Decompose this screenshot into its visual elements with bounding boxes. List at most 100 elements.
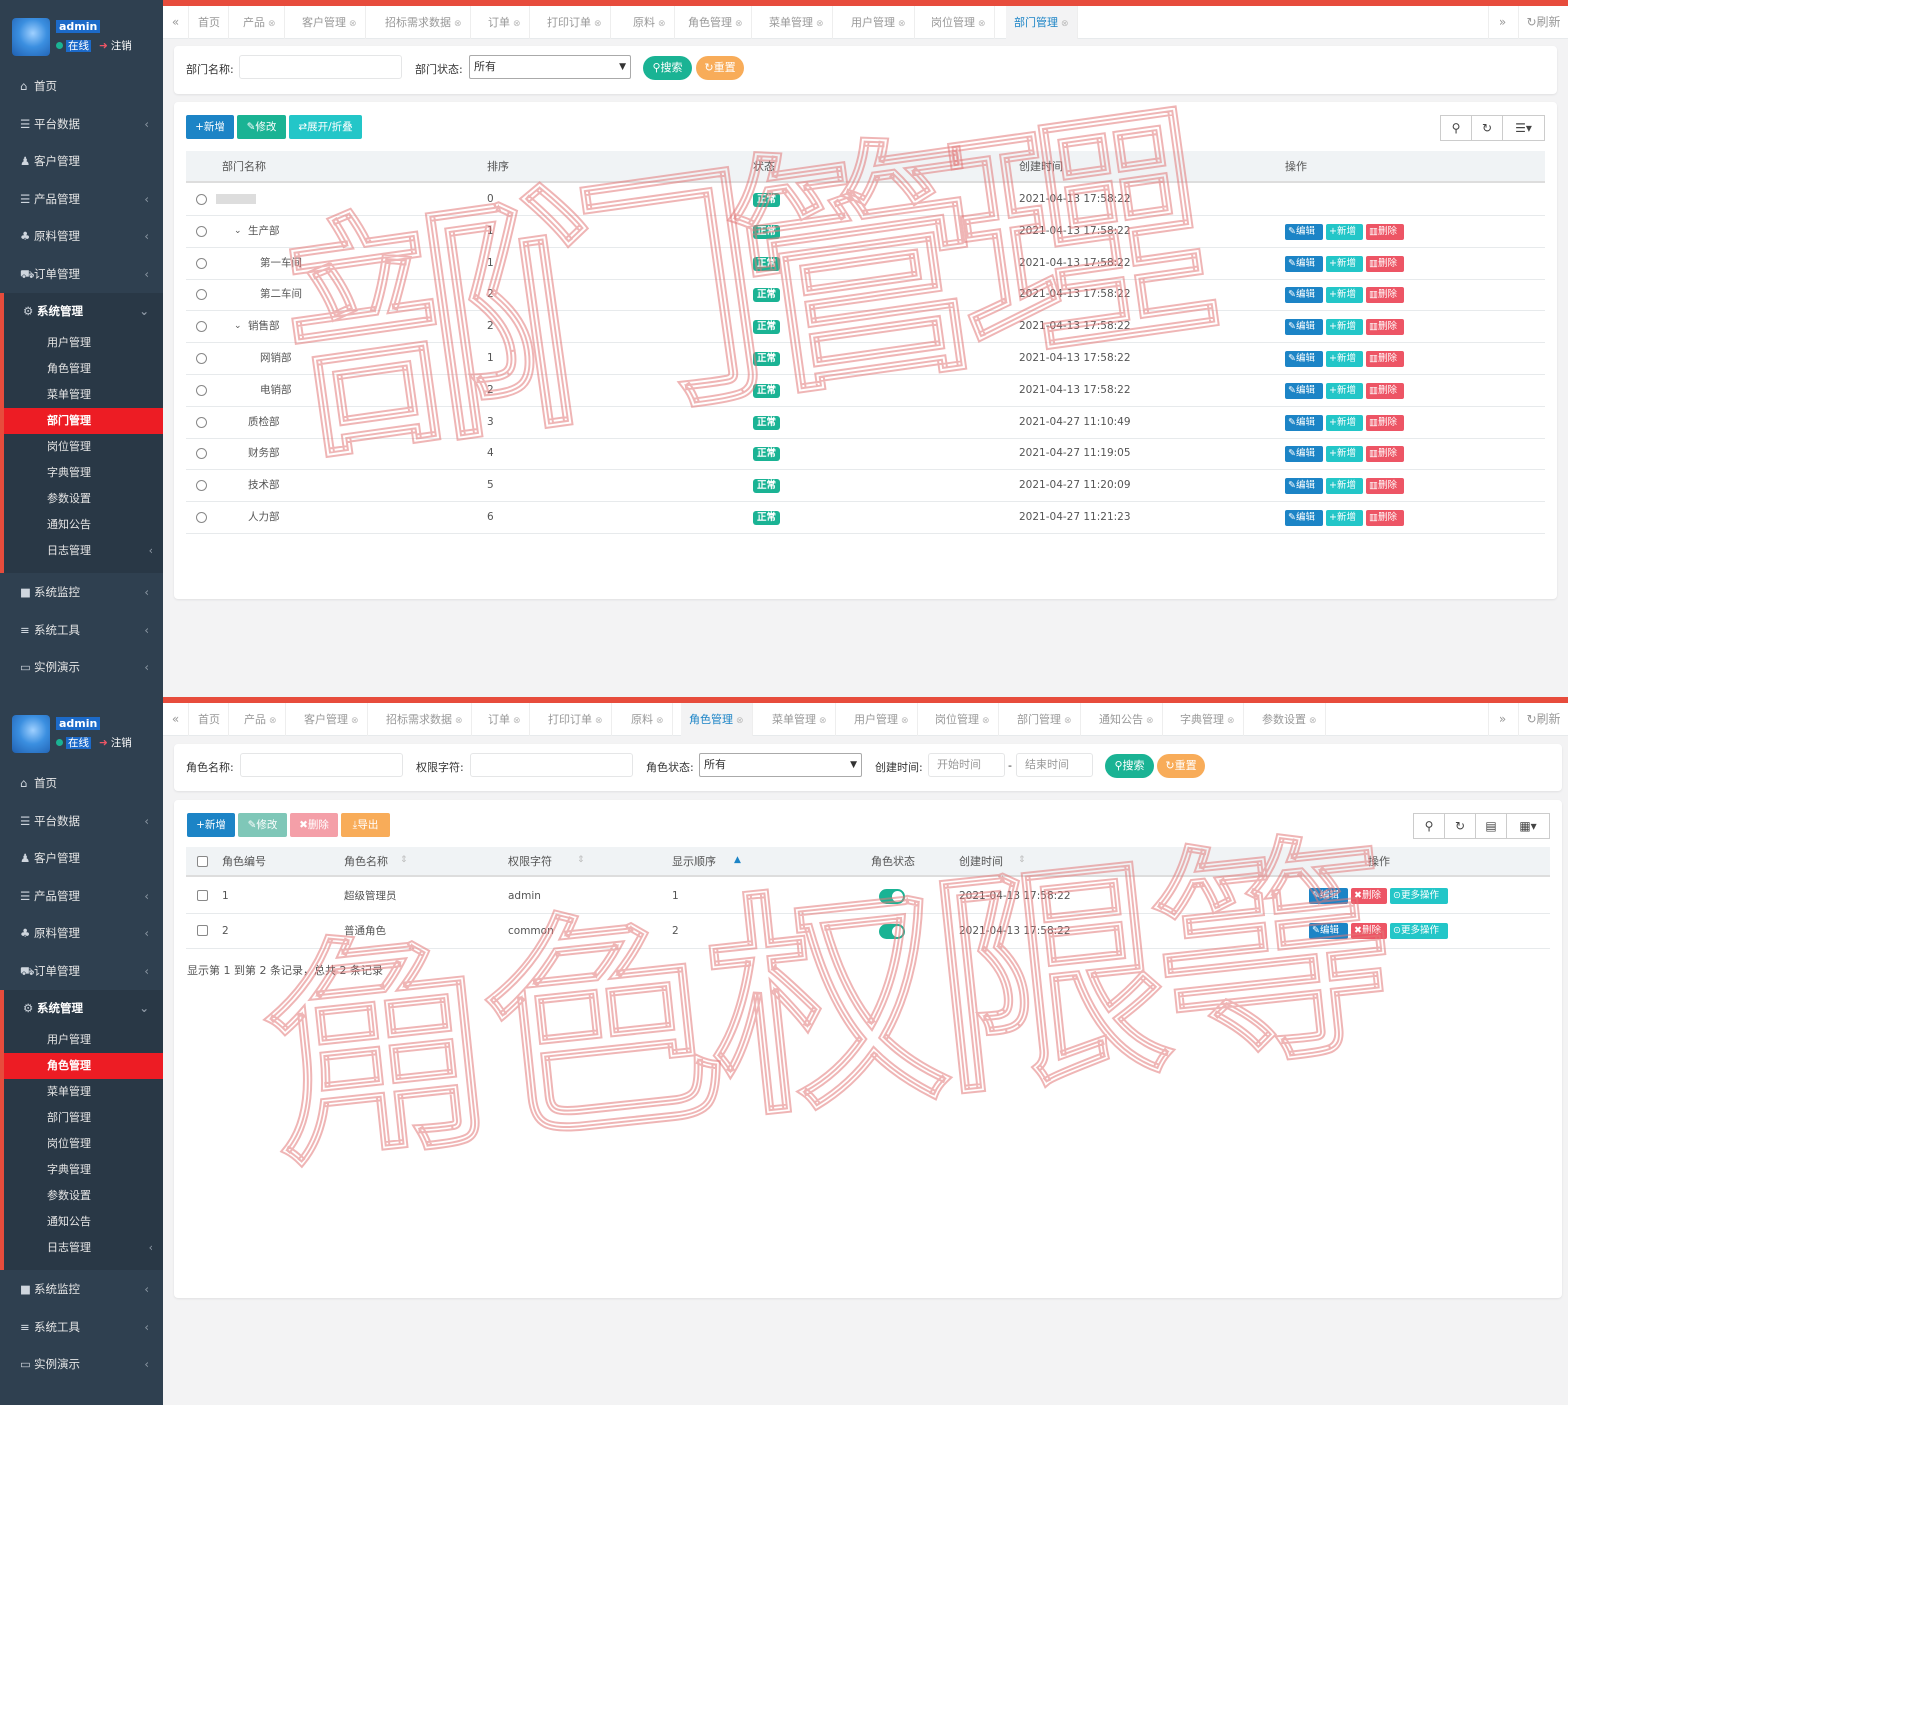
tab-2[interactable]: 客户管理 ⊗ bbox=[294, 6, 366, 39]
table-row[interactable]: 第二车间 2 正常 2021-04-13 17:58:22 ✎编辑 +新增 ▥删除 bbox=[186, 279, 1545, 312]
tab-11[interactable]: 部门管理 ⊗ bbox=[1006, 6, 1078, 39]
logout-link[interactable]: 注销 bbox=[111, 40, 132, 52]
role-name-input[interactable] bbox=[240, 753, 403, 777]
logout-icon[interactable]: ➜ bbox=[99, 40, 108, 52]
logout-link[interactable]: 注销 bbox=[111, 737, 132, 749]
tab-4[interactable]: 订单 ⊗ bbox=[480, 703, 530, 736]
close-icon[interactable]: ⊗ bbox=[269, 716, 277, 726]
close-icon[interactable]: ⊗ bbox=[982, 716, 990, 726]
submenu-item-3[interactable]: 部门管理 bbox=[4, 408, 163, 434]
close-icon[interactable]: ⊗ bbox=[594, 19, 602, 29]
menu-item-3[interactable]: ☰ 产品管理 ‹ bbox=[0, 878, 163, 915]
row-delete-button[interactable]: ✖删除 bbox=[1351, 888, 1387, 904]
logout-icon[interactable]: ➜ bbox=[99, 737, 108, 749]
menu-item-6[interactable]: ⚙ 系统管理 ⌄ bbox=[0, 990, 163, 1027]
tab-5[interactable]: 打印订单 ⊗ bbox=[539, 6, 611, 39]
reset-button[interactable]: ↻重置 bbox=[1157, 754, 1205, 778]
close-icon[interactable]: ⊗ bbox=[819, 716, 827, 726]
submenu-item-1[interactable]: 角色管理 bbox=[4, 356, 163, 382]
avatar[interactable] bbox=[12, 18, 50, 56]
row-add-button[interactable]: +新增 bbox=[1326, 382, 1363, 399]
tab-9[interactable]: 用户管理 ⊗ bbox=[843, 6, 915, 39]
row-edit-button[interactable]: ✎编辑 bbox=[1285, 446, 1323, 463]
row-delete-button[interactable]: ▥删除 bbox=[1366, 382, 1404, 399]
tab-3[interactable]: 招标需求数据 ⊗ bbox=[378, 703, 472, 736]
row-add-button[interactable]: +新增 bbox=[1326, 351, 1363, 367]
close-icon[interactable]: ⊗ bbox=[1064, 716, 1072, 726]
submenu-item-6[interactable]: 参数设置 bbox=[4, 1183, 163, 1209]
tab-13[interactable]: 字典管理 ⊗ bbox=[1172, 703, 1244, 736]
tab-scroll-right-icon[interactable]: » bbox=[1488, 703, 1516, 736]
menu-item-0[interactable]: ⌂ 首页 bbox=[0, 68, 163, 105]
row-more-button[interactable]: ⊙更多操作 bbox=[1390, 888, 1448, 904]
table-row[interactable]: 第一车间 1 正常 2021-04-13 17:58:22 ✎编辑 +新增 ▥删除 bbox=[186, 248, 1545, 280]
row-radio[interactable] bbox=[196, 512, 207, 523]
menu-item-0[interactable]: ⌂ 首页 bbox=[0, 765, 163, 802]
tab-5[interactable]: 打印订单 ⊗ bbox=[540, 703, 612, 736]
row-delete-button[interactable]: ▥删除 bbox=[1366, 414, 1404, 431]
dept-status-select[interactable]: 所有 ▼ bbox=[469, 55, 631, 79]
columns-menu-icon[interactable]: ▦▾ bbox=[1506, 813, 1550, 839]
close-icon[interactable]: ⊗ bbox=[735, 19, 743, 29]
refresh-table-icon[interactable]: ↻ bbox=[1471, 115, 1503, 141]
tab-3[interactable]: 招标需求数据 ⊗ bbox=[377, 6, 471, 39]
table-row[interactable]: 网销部 1 正常 2021-04-13 17:58:22 ✎编辑 +新增 ▥删除 bbox=[186, 343, 1545, 375]
row-delete-button[interactable]: ▥删除 bbox=[1366, 255, 1404, 272]
close-icon[interactable]: ⊗ bbox=[513, 19, 521, 29]
search-button[interactable]: ⚲搜索 bbox=[1105, 754, 1154, 778]
row-delete-button[interactable]: ▥删除 bbox=[1366, 351, 1404, 367]
edit-button[interactable]: ✎修改 bbox=[238, 813, 287, 837]
menu-item-3[interactable]: ☰ 产品管理 ‹ bbox=[0, 181, 163, 218]
row-add-button[interactable]: +新增 bbox=[1326, 287, 1363, 304]
refresh-button[interactable]: ↻刷新 bbox=[1518, 703, 1568, 736]
row-add-button[interactable]: +新增 bbox=[1326, 414, 1363, 431]
submenu-item-4[interactable]: 岗位管理 bbox=[4, 1131, 163, 1157]
row-add-button[interactable]: +新增 bbox=[1326, 255, 1363, 272]
search-toggle-icon[interactable]: ⚲ bbox=[1413, 813, 1445, 839]
tab-6[interactable]: 原料 ⊗ bbox=[625, 6, 675, 39]
close-icon[interactable]: ⊗ bbox=[1309, 716, 1317, 726]
row-add-button[interactable]: +新增 bbox=[1326, 446, 1363, 463]
tab-2[interactable]: 客户管理 ⊗ bbox=[296, 703, 368, 736]
submenu-item-5[interactable]: 字典管理 bbox=[4, 1157, 163, 1183]
row-edit-button[interactable]: ✎编辑 bbox=[1285, 478, 1323, 495]
search-toggle-icon[interactable]: ⚲ bbox=[1440, 115, 1472, 141]
submenu-item-8[interactable]: 日志管理 ‹ bbox=[4, 538, 163, 564]
row-edit-button[interactable]: ✎编辑 bbox=[1309, 888, 1348, 904]
tab-scroll-right-icon[interactable]: » bbox=[1488, 6, 1516, 39]
delete-button[interactable]: ✖删除 bbox=[290, 813, 338, 837]
close-icon[interactable]: ⊗ bbox=[736, 716, 744, 726]
row-radio[interactable] bbox=[196, 448, 207, 460]
tab-1[interactable]: 产品 ⊗ bbox=[235, 6, 285, 39]
row-delete-button[interactable]: ▥删除 bbox=[1366, 223, 1404, 240]
tab-9[interactable]: 用户管理 ⊗ bbox=[846, 703, 918, 736]
menu-item-5[interactable]: ⛟订单管理 ‹ bbox=[0, 256, 163, 293]
row-radio[interactable] bbox=[196, 384, 207, 396]
tab-0[interactable]: 首页 bbox=[190, 703, 229, 736]
tab-10[interactable]: 岗位管理 ⊗ bbox=[927, 703, 999, 736]
row-edit-button[interactable]: ✎编辑 bbox=[1285, 510, 1323, 526]
close-icon[interactable]: ⊗ bbox=[454, 19, 462, 29]
dept-name-input[interactable] bbox=[239, 55, 402, 79]
row-edit-button[interactable]: ✎编辑 bbox=[1285, 223, 1323, 240]
role-status-toggle[interactable] bbox=[879, 889, 905, 904]
sort-asc-icon[interactable]: ▲ bbox=[734, 847, 741, 873]
submenu-item-0[interactable]: 用户管理 bbox=[4, 330, 163, 356]
menu-item-bottom-1[interactable]: ≡ 系统工具 ‹ bbox=[0, 612, 163, 649]
table-row[interactable]: ⌄ 生产部 1 正常 2021-04-13 17:58:22 ✎编辑 +新增 ▥删除 bbox=[186, 216, 1545, 248]
menu-item-bottom-0[interactable]: ■ 系统监控 ‹ bbox=[0, 1271, 163, 1308]
tab-7[interactable]: 角色管理 ⊗ bbox=[680, 6, 752, 39]
edit-button[interactable]: ✎修改 bbox=[237, 115, 286, 139]
menu-item-4[interactable]: ♣ 原料管理 ‹ bbox=[0, 218, 163, 255]
table-row[interactable]: 电销部 2 正常 2021-04-13 17:58:22 ✎编辑 +新增 ▥删除 bbox=[186, 375, 1545, 407]
role-status-toggle[interactable] bbox=[879, 924, 905, 939]
close-icon[interactable]: ⊗ bbox=[349, 19, 357, 29]
close-icon[interactable]: ⊗ bbox=[978, 19, 986, 29]
submenu-item-2[interactable]: 菜单管理 bbox=[4, 382, 163, 408]
row-checkbox[interactable] bbox=[197, 925, 208, 936]
close-icon[interactable]: ⊗ bbox=[1146, 716, 1154, 726]
columns-menu-icon[interactable]: ☰▾ bbox=[1502, 115, 1545, 141]
close-icon[interactable]: ⊗ bbox=[513, 716, 521, 726]
menu-item-1[interactable]: ☰ 平台数据 ‹ bbox=[0, 803, 163, 840]
menu-item-5[interactable]: ⛟订单管理 ‹ bbox=[0, 953, 163, 990]
